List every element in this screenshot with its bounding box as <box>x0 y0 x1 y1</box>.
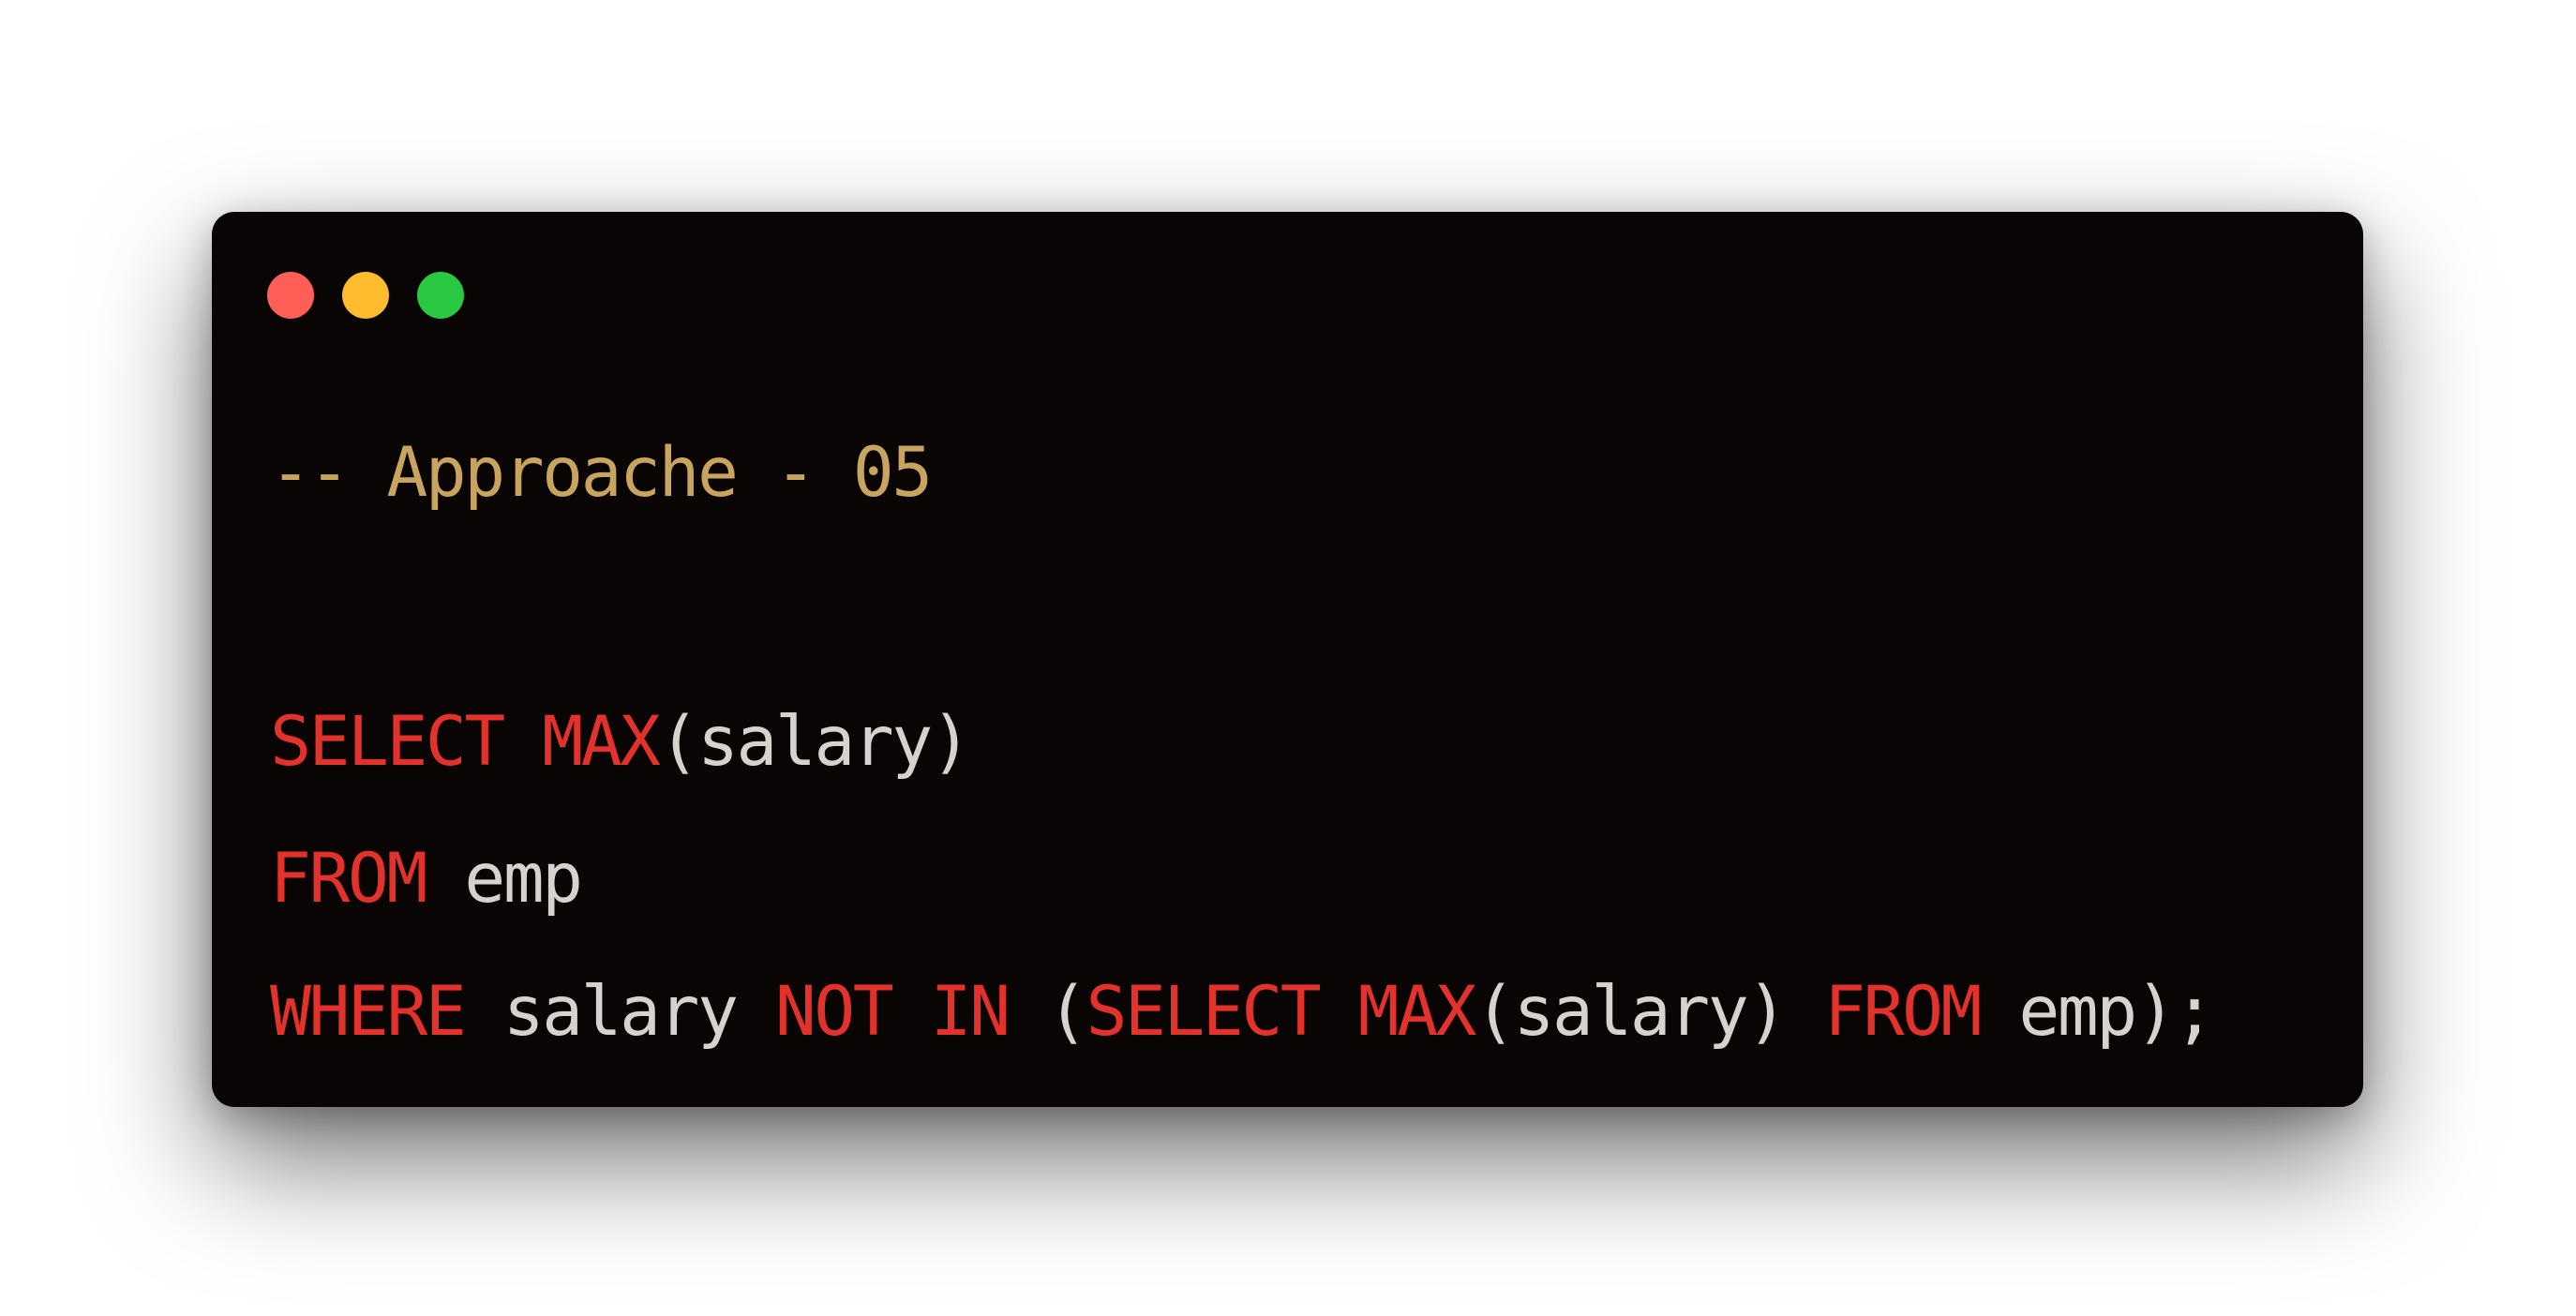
subquery-tail: emp); <box>2018 972 2215 1052</box>
subquery-keyword-from: FROM <box>1824 972 1982 1052</box>
sql-comment: -- Approache - 05 <box>270 433 933 513</box>
table-name: emp <box>464 839 583 919</box>
keyword-from: FROM <box>270 839 427 919</box>
select-argument: (salary) <box>658 702 972 782</box>
keyword-where: WHERE <box>270 972 467 1052</box>
code-line-where: WHERE salary NOT IN (SELECT MAX(salary) … <box>270 978 2215 1046</box>
code-line-select: SELECT MAX(salary) <box>270 708 972 776</box>
code-line-from: FROM emp <box>270 845 583 913</box>
code-block: -- Approache - 05 SELECT MAX(salary) FRO… <box>270 212 2215 1046</box>
function-max: MAX <box>542 702 661 782</box>
code-window: -- Approache - 05 SELECT MAX(salary) FRO… <box>212 212 2363 1107</box>
keyword-select: SELECT <box>270 702 505 782</box>
keyword-not: NOT <box>774 972 894 1052</box>
code-line-comment: -- Approache - 05 <box>270 439 933 507</box>
subquery-keyword-select: SELECT <box>1086 972 1321 1052</box>
open-paren: ( <box>1047 972 1088 1052</box>
keyword-in: IN <box>930 972 1011 1052</box>
subquery-function-max: MAX <box>1357 972 1477 1052</box>
where-column: salary <box>502 972 739 1052</box>
subquery-argument: (salary) <box>1475 972 1788 1052</box>
